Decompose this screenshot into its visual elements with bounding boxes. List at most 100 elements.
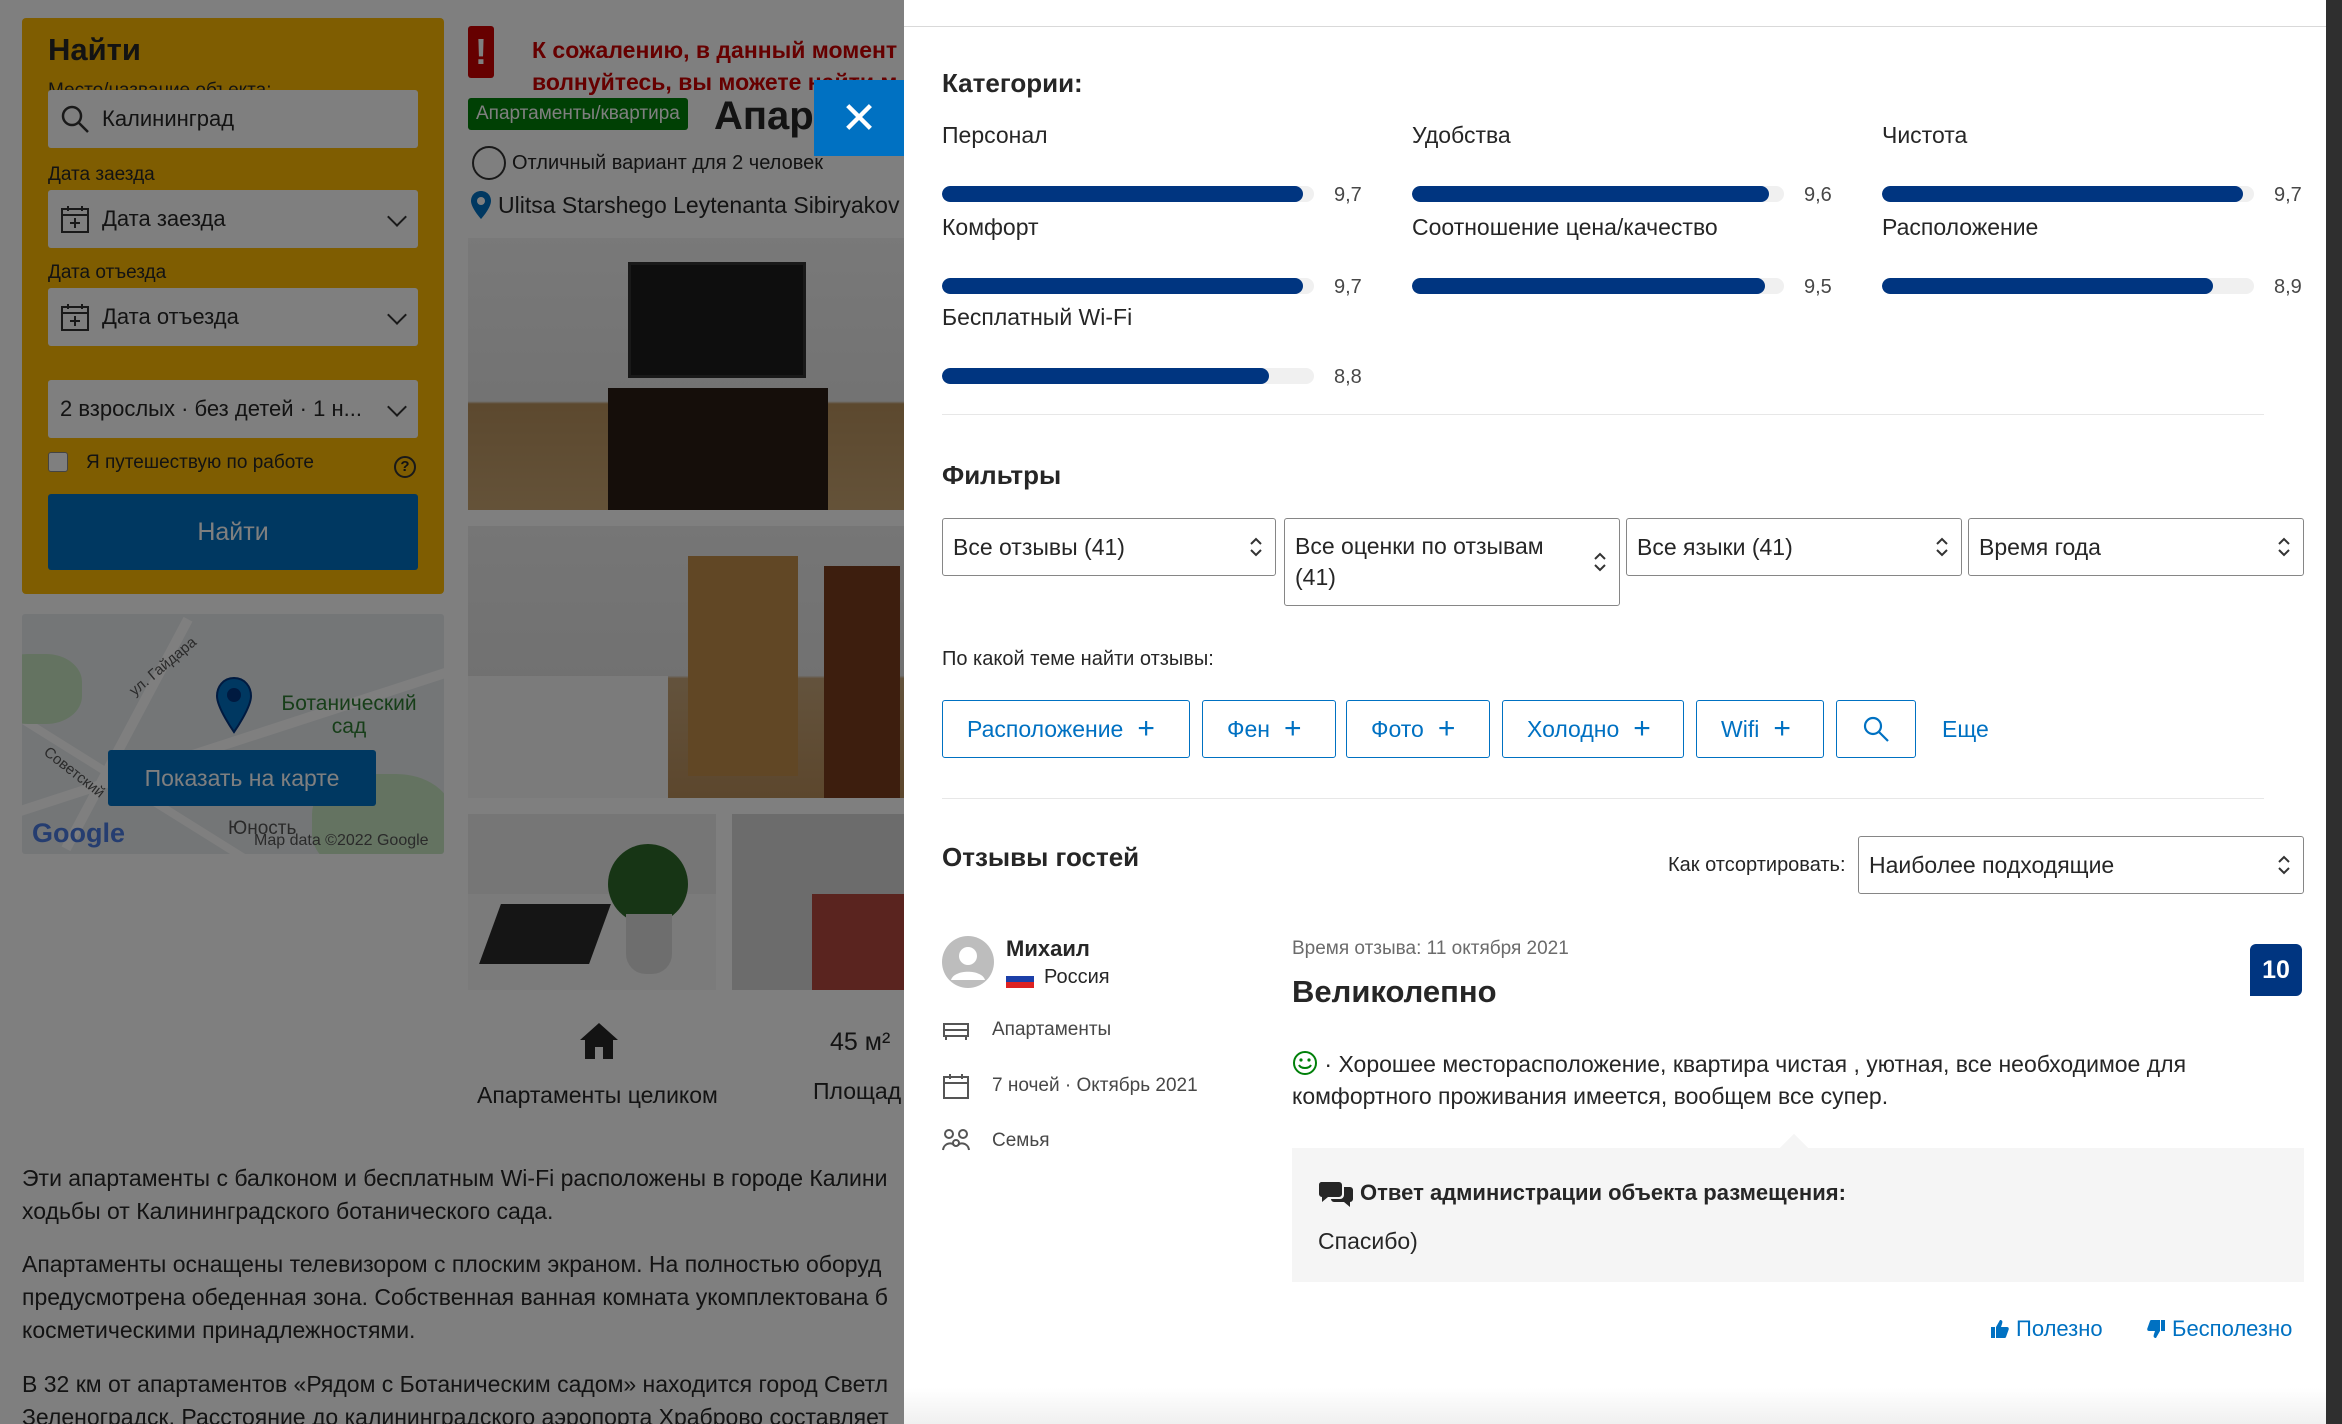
- updown-chevron-icon: [2278, 855, 2290, 875]
- updown-chevron-icon: [1250, 537, 1262, 557]
- scores-filter-line: Все оценки по отзывам: [1295, 533, 1544, 559]
- thumbs-up-icon: [1991, 1320, 2009, 1338]
- response-text: Спасибо): [1318, 1228, 1418, 1254]
- category-score: Комфорт 9,7: [942, 214, 1362, 298]
- not-helpful-label: Бесполезно: [2172, 1316, 2293, 1341]
- updown-chevron-icon: [2278, 537, 2290, 557]
- topic-chip-hairdryer[interactable]: Фен +: [1202, 700, 1336, 758]
- response-title: Ответ администрации объекта размещения:: [1318, 1178, 1846, 1208]
- review-title: Великолепно: [1292, 974, 1497, 1009]
- category-bar-fill: [942, 368, 1270, 384]
- category-bar-fill: [1412, 186, 1770, 202]
- category-bar-fill: [1882, 186, 2243, 202]
- smile-icon: [1293, 1051, 1317, 1075]
- scores-filter-select[interactable]: Все оценки по отзывам (41): [1284, 518, 1620, 606]
- category-bar-track: [1882, 186, 2254, 202]
- search-icon: [1863, 716, 1889, 742]
- review-text-line: комфортного проживания имеется, вообщем …: [1292, 1083, 1889, 1109]
- season-filter-value: Время года: [1979, 533, 2101, 560]
- category-bar-track: [942, 368, 1314, 384]
- not-helpful-button[interactable]: Бесполезно: [2146, 1316, 2292, 1342]
- close-icon: ✕: [840, 93, 878, 143]
- reviews-panel: Категории: Персонал 9,7 Удобства 9,6 Чис…: [904, 0, 2342, 1424]
- topic-chip-label: Расположение: [967, 715, 1124, 742]
- helpful-label: Полезно: [2016, 1316, 2103, 1341]
- sort-select[interactable]: Наиболее подходящие: [1858, 836, 2304, 894]
- family-icon: [942, 1129, 970, 1151]
- category-score-value: 9,5: [1804, 276, 1832, 298]
- category-name: Комфорт: [942, 214, 1039, 240]
- category-score-value: 9,7: [1334, 184, 1362, 206]
- season-filter-select[interactable]: Время года: [1968, 518, 2304, 576]
- category-bar-fill: [1882, 278, 2214, 294]
- plus-icon: +: [1283, 712, 1302, 745]
- scores-filter-line: (41): [1295, 564, 1336, 590]
- panel-scrollbar-edge[interactable]: [2326, 0, 2342, 1424]
- review-text-line: · Хорошее месторасположение, квартира чи…: [1292, 1048, 2302, 1080]
- reviewer-country: Россия: [1044, 966, 1110, 988]
- category-score-value: 9,7: [1334, 276, 1362, 298]
- topic-chip-cold[interactable]: Холодно +: [1502, 700, 1684, 758]
- close-button[interactable]: ✕: [814, 80, 904, 156]
- sort-label: Как отсортировать:: [1668, 854, 1846, 876]
- traveler-type-text: Семья: [992, 1130, 1050, 1151]
- category-score: Удобства 9,6: [1412, 122, 1832, 206]
- languages-filter-value: Все языки (41): [1637, 533, 1793, 560]
- topic-chip-wifi[interactable]: Wifi +: [1696, 700, 1824, 758]
- russia-flag-icon: [1006, 970, 1034, 988]
- scores-filter-value: Все оценки по отзывам (41): [1295, 531, 1544, 593]
- bed-icon: [943, 1023, 969, 1040]
- category-score: Бесплатный Wi-Fi 8,8: [942, 304, 1362, 388]
- traveler-type: Семья: [942, 1128, 1050, 1154]
- topic-label: По какой теме найти отзывы:: [942, 648, 1214, 670]
- stay-text: 7 ночей · Октябрь 2021: [992, 1075, 1198, 1096]
- topic-chip-label: Фен: [1227, 715, 1270, 742]
- filters-title: Фильтры: [942, 460, 1062, 490]
- category-score-value: 9,7: [2274, 184, 2302, 206]
- category-name: Чистота: [1882, 122, 1968, 148]
- category-score: Соотношение цена/качество 9,5: [1412, 214, 1832, 298]
- plus-icon: +: [1633, 712, 1651, 745]
- topic-chip-label: Wifi: [1721, 715, 1760, 742]
- room-type: Апартаменты: [942, 1018, 1111, 1042]
- reviews-filter-select[interactable]: Все отзывы (41): [942, 518, 1276, 576]
- guest-reviews-title: Отзывы гостей: [942, 842, 1140, 872]
- languages-filter-select[interactable]: Все языки (41): [1626, 518, 1962, 576]
- category-bar-fill: [942, 186, 1303, 202]
- property-response-box: Ответ администрации объекта размещения: …: [1292, 1133, 2304, 1282]
- plus-icon: +: [1437, 712, 1456, 745]
- category-name: Соотношение цена/качество: [1412, 214, 1718, 240]
- topic-search-button[interactable]: [1836, 700, 1916, 758]
- category-name: Бесплатный Wi-Fi: [942, 304, 1133, 330]
- panel-top-border: [904, 26, 2342, 27]
- topic-chip-label: Холодно: [1527, 715, 1620, 742]
- stay-info: 7 ночей · Октябрь 2021: [942, 1072, 1198, 1100]
- thumbs-down-icon: [2147, 1320, 2165, 1338]
- plus-icon: +: [1773, 712, 1791, 745]
- category-bar-fill: [942, 278, 1303, 294]
- topic-chip-photo[interactable]: Фото +: [1346, 700, 1490, 758]
- category-bar-track: [942, 278, 1314, 294]
- plus-icon: +: [1137, 712, 1155, 745]
- topic-chip-location[interactable]: Расположение +: [942, 700, 1190, 758]
- review-date: Время отзыва: 11 октября 2021: [1292, 938, 1569, 959]
- review-text-content: · Хорошее месторасположение, квартира чи…: [1318, 1051, 2187, 1077]
- category-score: Персонал 9,7: [942, 122, 1362, 206]
- categories-title: Категории:: [942, 68, 1083, 98]
- category-score: Расположение 8,9: [1882, 214, 2302, 298]
- calendar-icon: [943, 1074, 969, 1099]
- topic-chip-label: Фото: [1371, 715, 1424, 742]
- updown-chevron-icon: [1594, 552, 1606, 572]
- avatar: [942, 936, 994, 988]
- more-topics-link[interactable]: Еще: [1942, 716, 1989, 743]
- response-title-text: Ответ администрации объекта размещения:: [1360, 1180, 1846, 1205]
- category-score-value: 8,9: [2274, 276, 2302, 298]
- category-bar-track: [942, 186, 1314, 202]
- panel-bottom-fade: [904, 1388, 2342, 1424]
- review-text: · Хорошее месторасположение, квартира чи…: [1292, 1048, 2302, 1112]
- sort-value: Наиболее подходящие: [1869, 851, 2115, 878]
- category-name: Расположение: [1882, 214, 2039, 240]
- category-name: Удобства: [1412, 122, 1511, 148]
- helpful-button[interactable]: Полезно: [1990, 1316, 2103, 1342]
- category-name: Персонал: [942, 122, 1048, 148]
